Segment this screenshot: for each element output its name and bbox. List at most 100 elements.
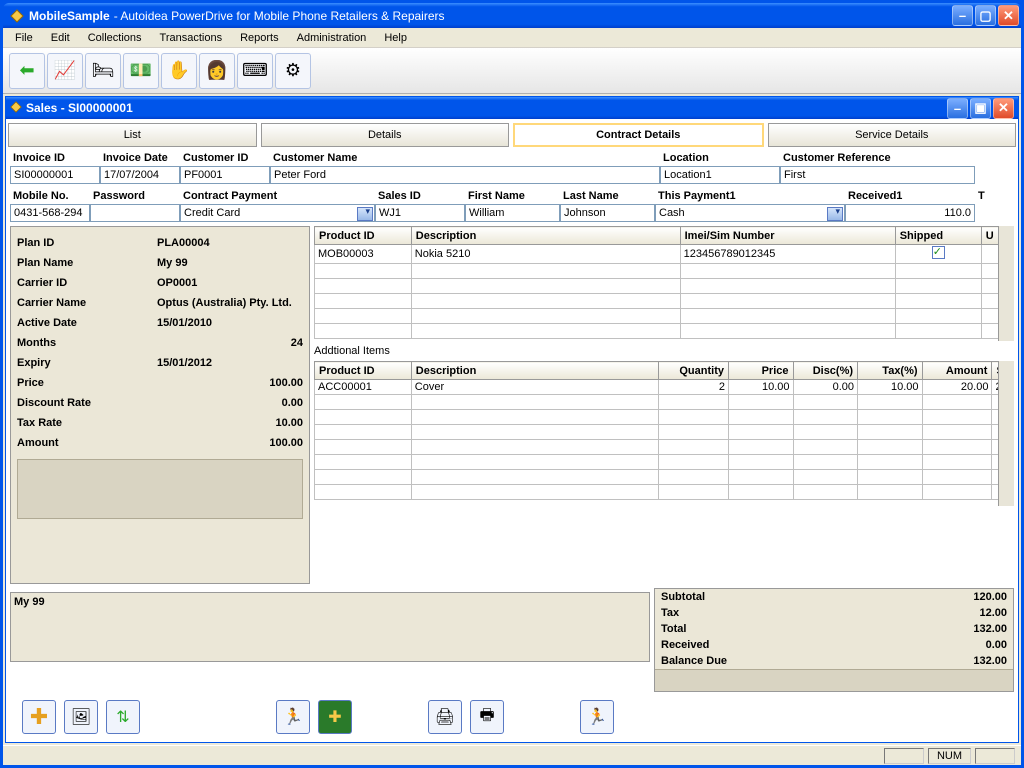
receipt-printer-button[interactable]: 🖶	[470, 700, 504, 734]
customer-ref-field[interactable]	[780, 166, 975, 184]
plan-grid: Plan IDPLA00004 Plan NameMy 99 Carrier I…	[10, 226, 310, 584]
menu-edit[interactable]: Edit	[43, 30, 78, 46]
cell-a-pid[interactable]: ACC00001	[315, 380, 412, 395]
cell-description[interactable]: Nokia 5210	[411, 245, 680, 264]
picture-button[interactable]: 🖼	[64, 700, 98, 734]
lbl-balance: Balance Due	[661, 655, 907, 667]
hand-icon[interactable]: ✋	[161, 53, 197, 89]
th-imei[interactable]: Imei/Sim Number	[680, 227, 895, 245]
contract-payment-combo[interactable]	[180, 204, 375, 222]
password-field[interactable]	[90, 204, 180, 222]
maximize-button[interactable]: ▢	[975, 5, 996, 26]
cell-product-id[interactable]: MOB00003	[315, 245, 412, 264]
hdr-customer-id: Customer ID	[180, 150, 270, 166]
th-product-id[interactable]: Product ID	[315, 227, 412, 245]
child-close-button[interactable]: ✕	[993, 98, 1014, 119]
th-a-product-id[interactable]: Product ID	[315, 362, 412, 380]
invoice-date-field[interactable]	[100, 166, 180, 184]
add-green-button[interactable]: ✚	[318, 700, 352, 734]
child-title-bar: Sales - SI00000001 – ▣ ✕	[6, 97, 1018, 119]
cell-a-qty[interactable]: 2	[659, 380, 729, 395]
th-a-price[interactable]: Price	[729, 362, 794, 380]
tab-details[interactable]: Details	[261, 123, 510, 147]
hdr-invoice-date: Invoice Date	[100, 150, 180, 166]
th-a-description[interactable]: Description	[411, 362, 658, 380]
cell-a-disc[interactable]: 0.00	[793, 380, 858, 395]
menu-administration[interactable]: Administration	[289, 30, 375, 46]
money-icon[interactable]: 💵	[123, 53, 159, 89]
products-grid[interactable]: Product ID Description Imei/Sim Number S…	[314, 226, 1014, 341]
minimize-button[interactable]: –	[952, 5, 973, 26]
val-amount: 100.00	[157, 437, 303, 449]
plan-panel: Plan IDPLA00004 Plan NameMy 99 Carrier I…	[10, 226, 310, 584]
val-tax-rate: 10.00	[157, 417, 303, 429]
received-field[interactable]	[845, 204, 975, 222]
sales-window: Sales - SI00000001 – ▣ ✕ List Details Co…	[5, 96, 1019, 743]
plan-note-text: My 99	[14, 596, 45, 608]
chart-icon[interactable]: 📈	[47, 53, 83, 89]
val-plan-id: PLA00004	[157, 237, 303, 249]
run-button[interactable]: 🏃	[276, 700, 310, 734]
exit-button[interactable]: 🏃	[580, 700, 614, 734]
child-minimize-button[interactable]: –	[947, 98, 968, 119]
menu-help[interactable]: Help	[376, 30, 415, 46]
invoice-id-field[interactable]	[10, 166, 100, 184]
customer-id-field[interactable]	[180, 166, 270, 184]
cell-a-price[interactable]: 10.00	[729, 380, 794, 395]
printer-button[interactable]: 🖨	[428, 700, 462, 734]
cell-imei[interactable]: 123456789012345	[680, 245, 895, 264]
additional-grid[interactable]: Product ID Description Quantity Price Di…	[314, 361, 1014, 506]
menu-file[interactable]: File	[7, 30, 41, 46]
child-restore-button[interactable]: ▣	[970, 98, 991, 119]
last-name-field[interactable]	[560, 204, 655, 222]
first-name-field[interactable]	[465, 204, 560, 222]
plan-note[interactable]: My 99	[10, 592, 650, 662]
th-shipped[interactable]: Shipped	[895, 227, 981, 245]
val-carrier-name: Optus (Australia) Pty. Ltd.	[157, 297, 303, 309]
totals-box: Subtotal120.00 Tax12.00 Total132.00 Rece…	[654, 588, 1014, 692]
val-carrier-id: OP0001	[157, 277, 303, 289]
lbl-received: Received	[661, 639, 907, 651]
customer-name-field[interactable]	[270, 166, 660, 184]
back-icon[interactable]: ⬅	[9, 53, 45, 89]
add-button[interactable]: ✚	[22, 700, 56, 734]
lbl-tax: Tax	[661, 607, 907, 619]
person-icon[interactable]: 👩	[199, 53, 235, 89]
menu-transactions[interactable]: Transactions	[152, 30, 231, 46]
tab-service-details[interactable]: Service Details	[768, 123, 1017, 147]
sales-id-field[interactable]	[375, 204, 465, 222]
cell-a-desc[interactable]: Cover	[411, 380, 658, 395]
lbl-subtotal: Subtotal	[661, 591, 907, 603]
products-scrollbar[interactable]	[998, 226, 1014, 341]
bed-icon[interactable]: 🛏	[85, 53, 121, 89]
th-description[interactable]: Description	[411, 227, 680, 245]
mobile-no-field[interactable]	[10, 204, 90, 222]
products-table: Product ID Description Imei/Sim Number S…	[314, 226, 1014, 339]
menu-collections[interactable]: Collections	[80, 30, 150, 46]
location-field[interactable]	[660, 166, 780, 184]
close-button[interactable]: ✕	[998, 5, 1019, 26]
keyboard-icon[interactable]: ⌨	[237, 53, 273, 89]
tab-list[interactable]: List	[8, 123, 257, 147]
cell-a-tax[interactable]: 10.00	[858, 380, 923, 395]
th-a-disc[interactable]: Disc(%)	[793, 362, 858, 380]
cell-shipped[interactable]	[895, 245, 981, 264]
th-a-tax[interactable]: Tax(%)	[858, 362, 923, 380]
additional-scrollbar[interactable]	[998, 361, 1014, 506]
this-payment-combo[interactable]	[655, 204, 845, 222]
right-panel: Product ID Description Imei/Sim Number S…	[314, 226, 1014, 584]
shipped-checkbox[interactable]	[932, 246, 945, 259]
th-a-amount[interactable]: Amount	[922, 362, 992, 380]
status-empty2	[975, 748, 1015, 764]
th-a-quantity[interactable]: Quantity	[659, 362, 729, 380]
val-total: 132.00	[907, 623, 1007, 635]
table-row[interactable]: ACC00001 Cover 2 10.00 0.00 10.00 20.00 …	[315, 380, 1014, 395]
transfer-button[interactable]: ⇅	[106, 700, 140, 734]
hdr-sales-id: Sales ID	[375, 188, 465, 204]
options-icon[interactable]: ⚙	[275, 53, 311, 89]
menu-reports[interactable]: Reports	[232, 30, 287, 46]
table-row[interactable]: MOB00003 Nokia 5210 123456789012345	[315, 245, 1014, 264]
app-icon	[9, 8, 25, 24]
cell-a-amount[interactable]: 20.00	[922, 380, 992, 395]
tab-contract-details[interactable]: Contract Details	[513, 123, 764, 147]
